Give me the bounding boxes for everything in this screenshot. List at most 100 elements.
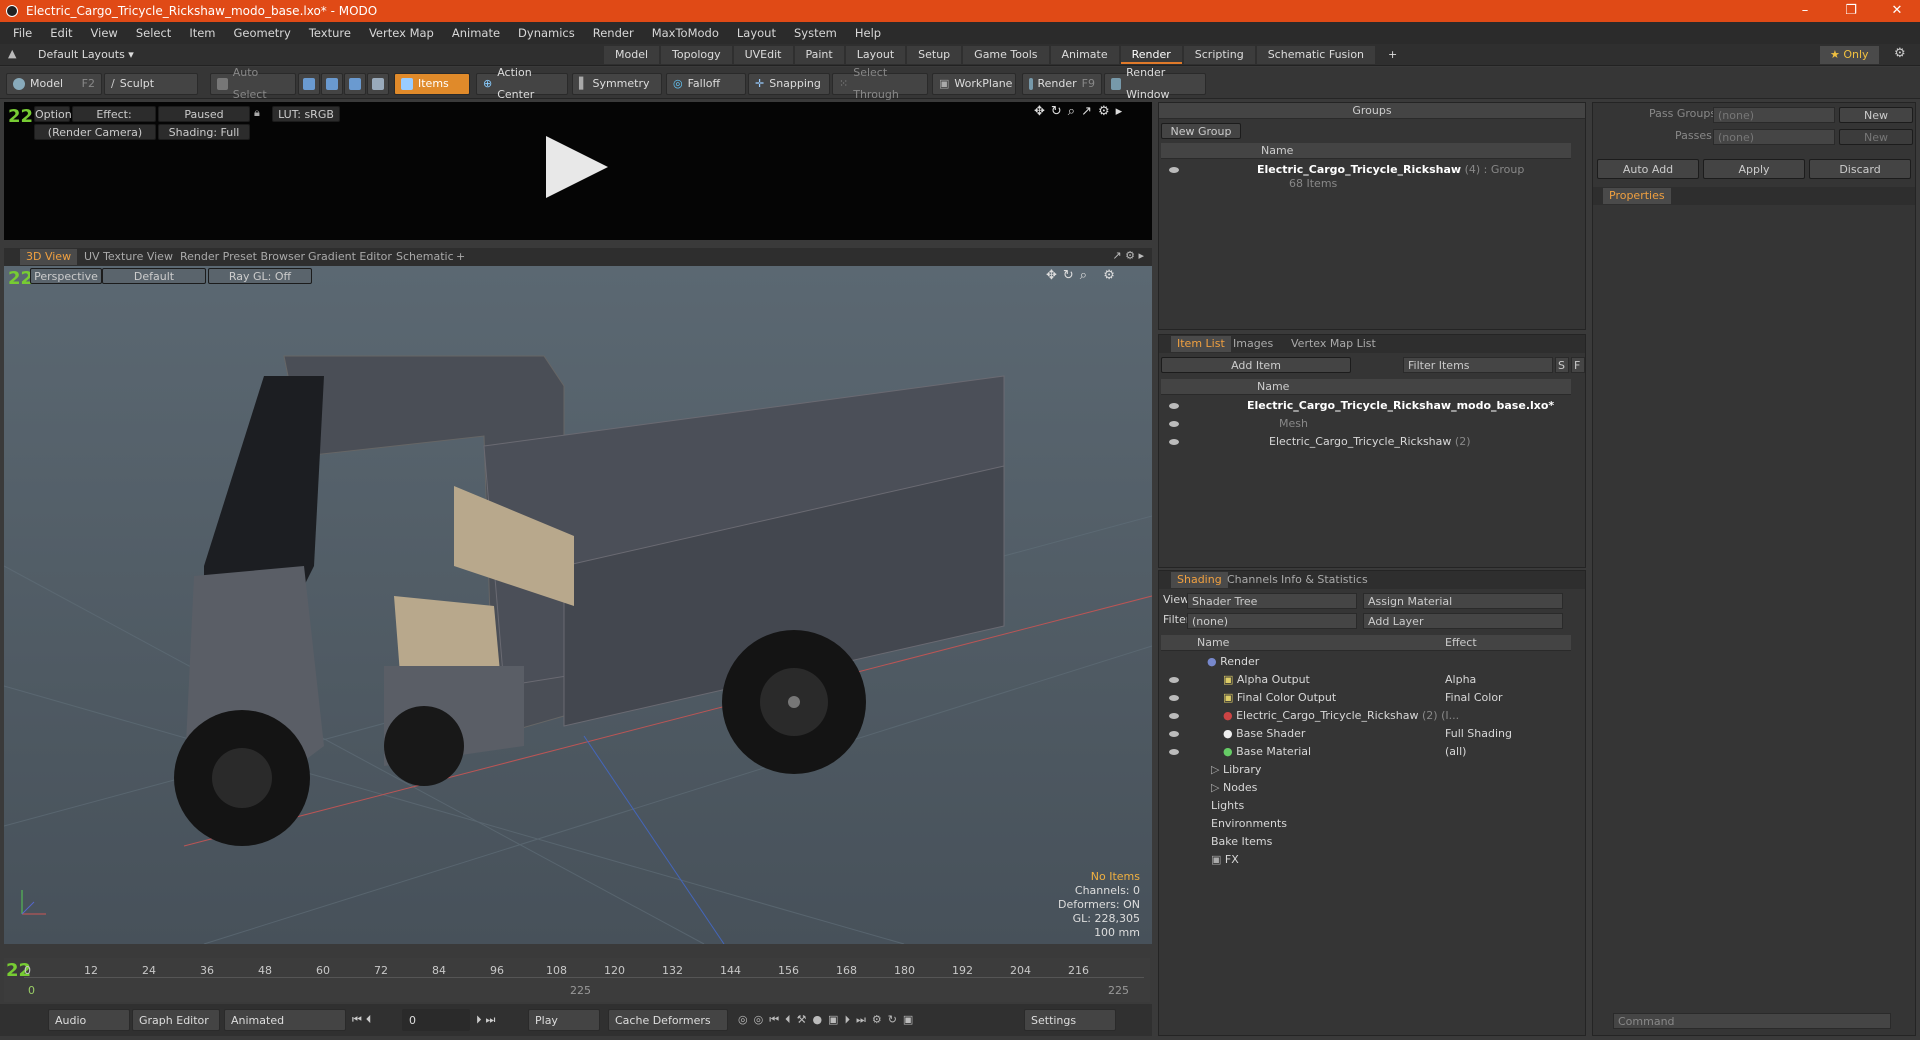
menu-animate[interactable]: Animate xyxy=(443,26,509,40)
shader-row-base-material[interactable]: ● Base Material xyxy=(1223,743,1311,761)
shading-dropdown[interactable]: Shading: Full xyxy=(158,124,250,140)
eye-icon[interactable] xyxy=(1169,713,1179,719)
shader-row-rickshaw[interactable]: ● Electric_Cargo_Tricycle_Rickshaw (2) (… xyxy=(1223,707,1459,725)
3d-viewport[interactable]: 22 Perspective Default Ray GL: Off ✥↻⌕ ⚙… xyxy=(4,266,1152,944)
auto-select-button[interactable]: Auto Select xyxy=(210,66,296,101)
audio-button[interactable]: Audio xyxy=(48,1009,130,1031)
tab-properties[interactable]: Properties xyxy=(1603,188,1671,204)
timeline-ruler[interactable]: 0 12 24 36 48 60 72 84 96 108 120 132 14… xyxy=(24,962,1144,978)
menu-edit[interactable]: Edit xyxy=(41,26,81,40)
assign-material-button[interactable]: Assign Material xyxy=(1363,593,1563,609)
falloff-button[interactable]: ◎ Falloff xyxy=(666,73,746,95)
lock-icon[interactable]: 🔒︎ xyxy=(254,106,260,120)
materials-mode-button[interactable] xyxy=(367,73,389,95)
polygons-mode-button[interactable] xyxy=(344,73,366,95)
effect-alpha[interactable]: Alpha xyxy=(1445,671,1476,689)
tab-schematic-fusion[interactable]: Schematic Fusion xyxy=(1256,46,1376,64)
key-tool-icons[interactable]: ◎◎⏮⏴⚒●▣⏵⏭⚙↻▣ xyxy=(738,1013,919,1027)
eye-icon[interactable] xyxy=(1169,439,1179,445)
passes-dropdown[interactable]: (none) xyxy=(1713,129,1835,145)
frame-input[interactable]: 0 xyxy=(402,1009,470,1031)
timeline[interactable]: 22 0 12 24 36 48 60 72 84 96 108 120 132… xyxy=(4,958,1150,1002)
play-button[interactable]: Play xyxy=(528,1009,600,1031)
effect-all[interactable]: (all) xyxy=(1445,743,1466,761)
animated-dropdown[interactable]: Animated xyxy=(224,1009,346,1031)
tab-model[interactable]: Model xyxy=(604,46,660,64)
snapping-button[interactable]: ✛ Snapping xyxy=(748,73,830,95)
camera-dropdown[interactable]: (Render Camera) xyxy=(34,124,156,140)
shader-row-fx[interactable]: ▣ FX xyxy=(1211,851,1239,869)
item-group-row[interactable]: Electric_Cargo_Tricycle_Rickshaw (2) xyxy=(1269,433,1471,451)
shader-row-alpha-output[interactable]: ▣ Alpha Output xyxy=(1223,671,1310,689)
render-window-button[interactable]: Render Window xyxy=(1104,66,1206,101)
shader-row-bake-items[interactable]: Bake Items xyxy=(1211,833,1272,851)
add-layer-dropdown[interactable]: Add Layer xyxy=(1363,613,1563,629)
menu-texture[interactable]: Texture xyxy=(300,26,360,40)
maximize-button[interactable]: ❐ xyxy=(1828,0,1874,22)
tab-shading[interactable]: Shading xyxy=(1171,572,1228,588)
sculpt-button[interactable]: ∕ Sculpt xyxy=(104,73,198,95)
tab-gradient-editor[interactable]: Gradient Editor xyxy=(302,249,398,265)
close-button[interactable]: ✕ xyxy=(1874,0,1920,22)
menu-render[interactable]: Render xyxy=(584,26,643,40)
effect-full-shading[interactable]: Full Shading xyxy=(1445,725,1512,743)
effect-dropdown[interactable]: Effect: (Shadi... xyxy=(72,106,156,137)
shader-row-render[interactable]: ● Render xyxy=(1207,653,1259,671)
settings-button[interactable]: Settings xyxy=(1024,1009,1116,1031)
shader-row-lights[interactable]: Lights xyxy=(1211,797,1244,815)
menu-system[interactable]: System xyxy=(785,26,846,40)
lut-dropdown[interactable]: LUT: sRGB xyxy=(272,106,340,122)
tab-vertex-map-list[interactable]: Vertex Map List xyxy=(1285,336,1382,352)
effect-final-color[interactable]: Final Color xyxy=(1445,689,1503,707)
view-dropdown[interactable]: Shader Tree xyxy=(1187,593,1357,609)
menu-item[interactable]: Item xyxy=(180,26,224,40)
command-input[interactable]: Command xyxy=(1613,1013,1891,1029)
filter-items-input[interactable]: Filter Items xyxy=(1403,357,1553,373)
menu-dynamics[interactable]: Dynamics xyxy=(509,26,584,40)
discard-button[interactable]: Discard xyxy=(1809,159,1911,179)
add-tab-icon[interactable]: + xyxy=(1377,46,1408,64)
minimize-button[interactable]: – xyxy=(1782,0,1828,22)
viewport-nav-icons[interactable]: ✥↻⌕↗⚙▸ xyxy=(1034,104,1128,119)
menu-file[interactable]: File xyxy=(4,26,41,40)
item-filter-f-button[interactable]: F xyxy=(1571,357,1585,373)
tab-topology[interactable]: Topology xyxy=(661,46,732,64)
tab-3d-view[interactable]: 3D View xyxy=(20,249,78,265)
default-layouts-dropdown[interactable]: Default Layouts ▾ xyxy=(38,48,134,61)
eye-icon[interactable] xyxy=(1169,403,1179,409)
shader-row-environments[interactable]: Environments xyxy=(1211,815,1287,833)
tab-uvedit[interactable]: UVEdit xyxy=(733,46,793,64)
item-scene-row[interactable]: Electric_Cargo_Tricycle_Rickshaw_modo_ba… xyxy=(1247,397,1554,415)
render-preview[interactable]: 22 Options Effect: (Shadi... Paused 🔒︎ L… xyxy=(4,102,1152,240)
menu-view[interactable]: View xyxy=(82,26,127,40)
layout-up-icon[interactable]: ▲ xyxy=(8,47,16,60)
eye-icon[interactable] xyxy=(1169,695,1179,701)
eye-icon[interactable] xyxy=(1169,749,1179,755)
gear-icon[interactable]: ⚙ xyxy=(1894,46,1906,61)
tab-info-statistics[interactable]: Info & Statistics xyxy=(1275,572,1374,588)
viewport-settings-icon[interactable]: ↗ ⚙ ▸ xyxy=(1112,249,1144,262)
add-item-dropdown[interactable]: Add Item xyxy=(1161,357,1351,373)
tab-uv-texture-view[interactable]: UV Texture View xyxy=(78,249,179,265)
symmetry-button[interactable]: ▌ Symmetry xyxy=(572,73,662,95)
paused-button[interactable]: Paused xyxy=(158,106,250,122)
graph-editor-button[interactable]: Graph Editor xyxy=(132,1009,220,1031)
new-pass-group-button[interactable]: New xyxy=(1839,107,1913,123)
pass-groups-dropdown[interactable]: (none) xyxy=(1713,107,1835,123)
item-search-s-button[interactable]: S xyxy=(1555,357,1569,373)
vertices-mode-button[interactable] xyxy=(298,73,320,95)
shader-row-base-shader[interactable]: ● Base Shader xyxy=(1223,725,1305,743)
edges-mode-button[interactable] xyxy=(321,73,343,95)
tab-animate[interactable]: Animate xyxy=(1050,46,1119,64)
options-button[interactable]: Options xyxy=(34,106,77,122)
action-center-button[interactable]: ⊕ Action Center xyxy=(476,66,568,101)
eye-icon[interactable] xyxy=(1169,731,1179,737)
shader-row-final-color[interactable]: ▣ Final Color Output xyxy=(1223,689,1336,707)
cache-deformers-button[interactable]: Cache Deformers xyxy=(608,1009,728,1031)
menu-layout[interactable]: Layout xyxy=(728,26,785,40)
menu-maxtomodo[interactable]: MaxToModo xyxy=(643,26,728,40)
workplane-button[interactable]: ▣ WorkPlane xyxy=(932,73,1016,95)
eye-icon[interactable] xyxy=(1169,167,1179,173)
menu-geometry[interactable]: Geometry xyxy=(225,26,300,40)
tab-images[interactable]: Images xyxy=(1227,336,1279,352)
